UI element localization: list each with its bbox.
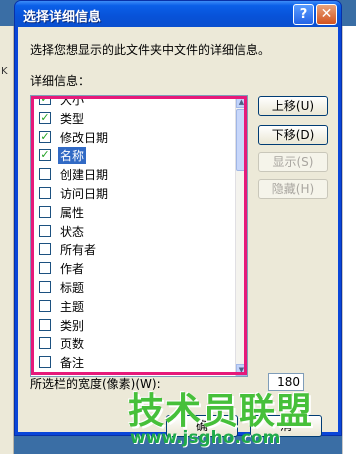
show-button[interactable]: 显示(S) <box>258 152 328 172</box>
dialog-body: 选择您想显示的此文件夹中文件的详细信息。 详细信息： ✓ 大小 ✓ 类型 ✓ 修改日期 ✓ 名… <box>18 27 338 437</box>
question-icon: ? <box>299 7 308 22</box>
details-listbox[interactable]: ✓ 大小 ✓ 类型 ✓ 修改日期 ✓ 名称创建日期访问日期属性状态所有者作者标题主题类别页数备… <box>30 95 248 377</box>
help-button[interactable]: ? <box>293 4 314 25</box>
details-label: 详细信息： <box>30 74 91 88</box>
choose-details-dialog: 选择详细信息 ? ✕ 选择您想显示的此文件夹中文件的详细信息。 详细信息： ✓ 大… <box>14 0 342 437</box>
list-item-label: 属性 <box>60 205 85 220</box>
move-up-button[interactable]: 上移(U) <box>258 96 328 116</box>
list-item[interactable]: ✓ 大小 <box>31 95 236 109</box>
list-item[interactable]: 属性 <box>31 203 236 222</box>
list-item-label: 标题 <box>60 280 85 295</box>
title-bar[interactable]: 选择详细信息 ? ✕ <box>15 1 341 27</box>
hide-button[interactable]: 隐藏(H) <box>258 179 328 199</box>
checkbox[interactable] <box>39 318 51 331</box>
list-item[interactable]: 备注 <box>31 353 236 372</box>
scroll-thumb[interactable] <box>236 109 247 171</box>
close-icon: ✕ <box>320 6 333 22</box>
move-down-button[interactable]: 下移(D) <box>258 125 328 145</box>
dialog-title: 选择详细信息 <box>23 10 102 25</box>
watermark-url: www.jsgho.com <box>130 428 281 448</box>
checkbox[interactable]: ✓ <box>39 96 51 105</box>
checkbox[interactable] <box>39 262 51 275</box>
checkbox[interactable] <box>39 168 51 181</box>
list-item[interactable]: 创建日期 <box>31 165 236 184</box>
list-item-label: 状态 <box>60 224 85 239</box>
close-button[interactable]: ✕ <box>316 4 337 25</box>
list-item-label: 类型 <box>60 111 85 126</box>
list-item-label: 作者 <box>60 262 85 277</box>
list-item-label: 大小 <box>60 95 85 107</box>
list-item-label: 类别 <box>60 318 85 333</box>
background-window-right <box>342 26 356 454</box>
list-item[interactable]: 访问日期 <box>31 184 236 203</box>
list-item-label: 页数 <box>60 337 85 352</box>
list-item[interactable]: ✓ 修改日期 <box>31 128 236 147</box>
list-item[interactable]: 所有者 <box>31 240 236 259</box>
list-item[interactable]: 作者 <box>31 259 236 278</box>
details-list: ✓ 大小 ✓ 类型 ✓ 修改日期 ✓ 名称创建日期访问日期属性状态所有者作者标题主题类别页数备… <box>31 95 236 372</box>
list-item[interactable]: 状态 <box>31 222 236 241</box>
watermark-logo-text: 技术员联盟 <box>128 391 314 432</box>
list-item-label: 创建日期 <box>60 168 109 183</box>
list-item[interactable]: 页数 <box>31 334 236 353</box>
background-window-left: K <box>0 26 14 454</box>
list-item-label: 名称 <box>58 147 87 165</box>
checkbox[interactable] <box>39 224 51 237</box>
list-item[interactable]: ✓ 类型 <box>31 109 236 128</box>
list-item-label: 访问日期 <box>60 186 109 201</box>
list-item-label: 修改日期 <box>60 130 109 145</box>
checkbox[interactable] <box>39 280 51 293</box>
list-item[interactable]: 类别 <box>31 316 236 335</box>
list-item[interactable]: 主题 <box>31 297 236 316</box>
list-item-label: 备注 <box>60 356 85 371</box>
scroll-down-arrow-icon[interactable]: ▼ <box>236 364 247 376</box>
checkbox[interactable]: ✓ <box>39 111 51 124</box>
list-item-label: 所有者 <box>60 243 97 258</box>
scroll-up-arrow-icon[interactable]: ▲ <box>236 96 247 108</box>
checkbox[interactable] <box>39 299 51 312</box>
checkbox[interactable] <box>39 205 51 218</box>
checkbox[interactable] <box>39 337 51 350</box>
vertical-scrollbar[interactable]: ▲ ▼ <box>235 96 247 376</box>
checkbox[interactable] <box>39 356 51 369</box>
list-item-label: 主题 <box>60 299 85 314</box>
background-text-fragment: K <box>1 66 8 77</box>
checkbox[interactable] <box>39 186 51 199</box>
checkbox[interactable]: ✓ <box>39 149 51 162</box>
checkbox[interactable]: ✓ <box>39 130 51 143</box>
dialog-description: 选择您想显示的此文件夹中文件的详细信息。 <box>30 43 271 57</box>
list-item[interactable]: 标题 <box>31 278 236 297</box>
list-item[interactable]: ✓ 名称 <box>31 146 236 165</box>
checkbox[interactable] <box>39 243 51 256</box>
